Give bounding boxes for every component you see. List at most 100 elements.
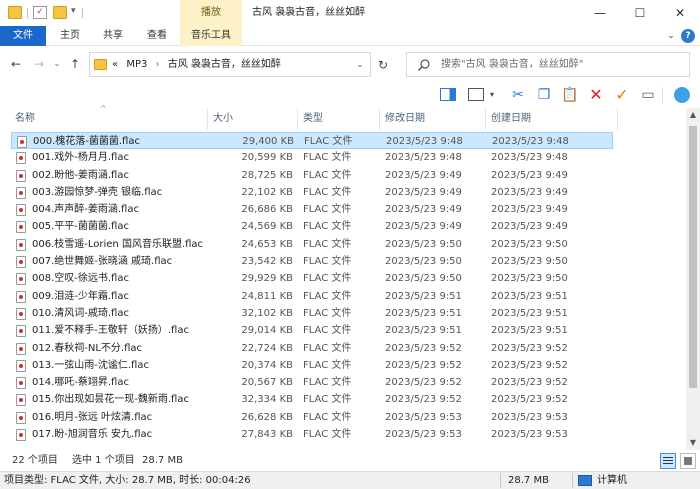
file-name[interactable]: 009.泪涟-少年霜.flac	[32, 288, 129, 305]
file-name[interactable]: 016.明月-张远 叶炫清.flac	[32, 409, 152, 426]
details-bar: 项目类型: FLAC 文件, 大小: 28.7 MB, 时长: 00:04:26…	[0, 471, 700, 489]
file-row[interactable]: 002.盼他-姜雨涵.flac 28,725 KB FLAC 文件 2023/5/23…	[0, 167, 686, 184]
file-type: FLAC 文件	[303, 221, 352, 233]
minimize-button[interactable]: —	[580, 0, 620, 26]
file-name[interactable]: 006.枝雪遥-Lorien 国风音乐联盟.flac	[32, 236, 203, 253]
file-row[interactable]: 001.戏外-杨月月.flac 20,599 KB FLAC 文件 2023/5/23…	[0, 149, 686, 166]
tab-file[interactable]: 文件	[0, 26, 46, 46]
file-name[interactable]: 003.游园惊梦-弹壳 银临.flac	[32, 184, 162, 201]
new-folder-icon[interactable]	[53, 6, 67, 19]
file-type: FLAC 文件	[303, 273, 352, 285]
tab-home[interactable]: 主页	[52, 26, 88, 46]
file-size: 29,929 KB	[241, 273, 293, 285]
audio-file-icon	[16, 359, 26, 372]
breadcrumb-mp3[interactable]: MP3	[126, 59, 147, 70]
file-row[interactable]: 010.清风词-戚琦.flac 32,102 KB FLAC 文件 2023/5/23…	[0, 305, 686, 322]
ribbon-expand-icon[interactable]: ⌄	[664, 28, 678, 44]
refresh-button[interactable]: ↻	[375, 57, 391, 73]
customize-qat-icon[interactable]: ▾	[71, 6, 76, 16]
file-row[interactable]: 004.声声醉-姜雨涵.flac 26,686 KB FLAC 文件 2023/5/2…	[0, 201, 686, 218]
column-modified[interactable]: 修改日期	[380, 108, 486, 130]
tab-music-tools[interactable]: 音乐工具	[180, 26, 242, 46]
file-row[interactable]: 015.你出现如昙花一现-魏新雨.flac 32,334 KB FLAC 文件 202…	[0, 391, 686, 408]
file-modified: 2023/5/23 9:50	[385, 238, 462, 250]
copy-icon[interactable]: ❐	[534, 85, 554, 105]
maximize-button[interactable]: ☐	[620, 0, 660, 26]
file-row[interactable]: 016.明月-张远 叶炫清.flac 26,628 KB FLAC 文件 2023/5…	[0, 409, 686, 426]
address-bar[interactable]: « MP3 › 古风 袅袅古音，丝丝如醉 ⌄	[89, 52, 371, 77]
file-row[interactable]: 014.哪吒-蔡翊昇.flac 20,567 KB FLAC 文件 2023/5/23…	[0, 374, 686, 391]
file-row[interactable]: 011.爱不释手-王敬轩（妖扬）.flac 29,014 KB FLAC 文件 202…	[0, 322, 686, 339]
file-name[interactable]: 008.空叹-徐远书.flac	[32, 270, 129, 287]
tab-view[interactable]: 查看	[139, 26, 175, 46]
rename-icon[interactable]: ▭	[638, 85, 658, 105]
preview-pane-icon[interactable]	[438, 85, 458, 105]
breadcrumb-separator[interactable]: ›	[156, 59, 160, 70]
file-name[interactable]: 010.清风词-戚琦.flac	[32, 305, 129, 322]
file-modified: 2023/5/23 9:51	[385, 290, 462, 302]
help-icon[interactable]: ?	[681, 29, 695, 43]
file-row[interactable]: 007.绝世舞姬-张晓涵 戚琦.flac 23,542 KB FLAC 文件 2023…	[0, 253, 686, 270]
column-name[interactable]: 名称	[10, 108, 208, 130]
file-row[interactable]: 006.枝雪遥-Lorien 国风音乐联盟.flac 24,653 KB FLAC …	[0, 236, 686, 253]
layout-dropdown-icon[interactable]: ▾	[486, 85, 498, 105]
file-size: 22,724 KB	[241, 342, 293, 354]
file-row[interactable]: 017.盼-旭润音乐 安九.flac 27,843 KB FLAC 文件 2023/5…	[0, 426, 686, 443]
checkmark-icon[interactable]: ✓	[612, 85, 632, 105]
file-row[interactable]: 008.空叹-徐远书.flac 29,929 KB FLAC 文件 2023/5/23…	[0, 270, 686, 287]
vertical-scrollbar[interactable]: ▲ ▼	[686, 108, 700, 450]
file-row[interactable]: 003.游园惊梦-弹壳 银临.flac 22,102 KB FLAC 文件 2023/…	[0, 184, 686, 201]
file-type: FLAC 文件	[303, 429, 352, 441]
file-created: 2023/5/23 9:51	[491, 307, 568, 319]
delete-icon[interactable]: ✕	[586, 85, 606, 105]
file-name[interactable]: 017.盼-旭润音乐 安九.flac	[32, 426, 152, 443]
file-name[interactable]: 015.你出现如昙花一现-魏新雨.flac	[32, 391, 189, 408]
breadcrumb-overflow[interactable]: «	[112, 59, 118, 70]
file-name[interactable]: 000.槐花落-菌菌菌.flac	[33, 133, 140, 150]
file-name[interactable]: 005.平平-菌菌菌.flac	[32, 218, 129, 235]
title-bar: ✓ ▾ 播放 古风 袅袅古音，丝丝如醉 — ☐ ✕	[0, 0, 700, 26]
properties-icon[interactable]: ✓	[33, 6, 47, 19]
audio-file-icon	[16, 152, 26, 165]
file-row[interactable]: 012.春秋祠-NL不分.flac 22,724 KB FLAC 文件 2023/5/…	[0, 340, 686, 357]
item-count: 22 个项目	[12, 455, 58, 466]
file-created: 2023/5/23 9:49	[491, 186, 568, 198]
up-button[interactable]: ↑	[67, 56, 83, 72]
file-name[interactable]: 001.戏外-杨月月.flac	[32, 149, 129, 166]
file-name[interactable]: 013.一弦山雨-沈谧仁.flac	[32, 357, 149, 374]
file-name[interactable]: 011.爱不释手-王敬轩（妖扬）.flac	[32, 322, 189, 339]
column-created[interactable]: 创建日期	[486, 108, 618, 130]
column-type[interactable]: 类型	[298, 108, 380, 130]
scroll-thumb[interactable]	[689, 126, 697, 388]
back-button[interactable]: ←	[8, 56, 24, 72]
details-pane-icon[interactable]	[466, 85, 486, 105]
recent-locations-icon[interactable]: ⌄	[49, 56, 65, 72]
file-row[interactable]: 009.泪涟-少年霜.flac 24,811 KB FLAC 文件 2023/5/23…	[0, 288, 686, 305]
file-row[interactable]: 013.一弦山雨-沈谧仁.flac 20,374 KB FLAC 文件 2023/5/…	[0, 357, 686, 374]
file-created: 2023/5/23 9:50	[491, 273, 568, 285]
file-name[interactable]: 007.绝世舞姬-张晓涵 戚琦.flac	[32, 253, 172, 270]
file-name[interactable]: 002.盼他-姜雨涵.flac	[32, 167, 129, 184]
file-size: 23,542 KB	[241, 256, 293, 268]
file-modified: 2023/5/23 9:52	[385, 377, 462, 389]
tab-share[interactable]: 共享	[95, 26, 131, 46]
close-button[interactable]: ✕	[660, 0, 700, 26]
properties-icon[interactable]	[672, 85, 692, 105]
file-row[interactable]: 005.平平-菌菌菌.flac 24,569 KB FLAC 文件 2023/5/23…	[0, 218, 686, 235]
file-name[interactable]: 012.春秋祠-NL不分.flac	[32, 340, 142, 357]
file-row[interactable]: 000.槐花落-菌菌菌.flac 29,400 KB FLAC 文件 2023/5/2…	[11, 132, 613, 150]
details-view-icon[interactable]	[660, 453, 676, 469]
file-name[interactable]: 004.声声醉-姜雨涵.flac	[32, 201, 139, 218]
scroll-down-arrow-icon[interactable]: ▼	[686, 436, 700, 450]
search-input[interactable]: 搜索"古风 袅袅古音，丝丝如醉"	[406, 52, 690, 77]
scroll-up-arrow-icon[interactable]: ▲	[686, 108, 700, 122]
file-modified: 2023/5/23 9:52	[385, 342, 462, 354]
forward-button[interactable]: →	[31, 56, 47, 72]
breadcrumb-current[interactable]: 古风 袅袅古音，丝丝如醉	[168, 59, 281, 70]
column-size[interactable]: 大小	[208, 108, 298, 130]
file-name[interactable]: 014.哪吒-蔡翊昇.flac	[32, 374, 129, 391]
address-dropdown-icon[interactable]: ⌄	[351, 53, 369, 76]
cut-icon[interactable]: ✂	[508, 85, 528, 105]
large-icons-view-icon[interactable]	[680, 453, 696, 469]
paste-icon[interactable]: 📋	[560, 85, 580, 105]
